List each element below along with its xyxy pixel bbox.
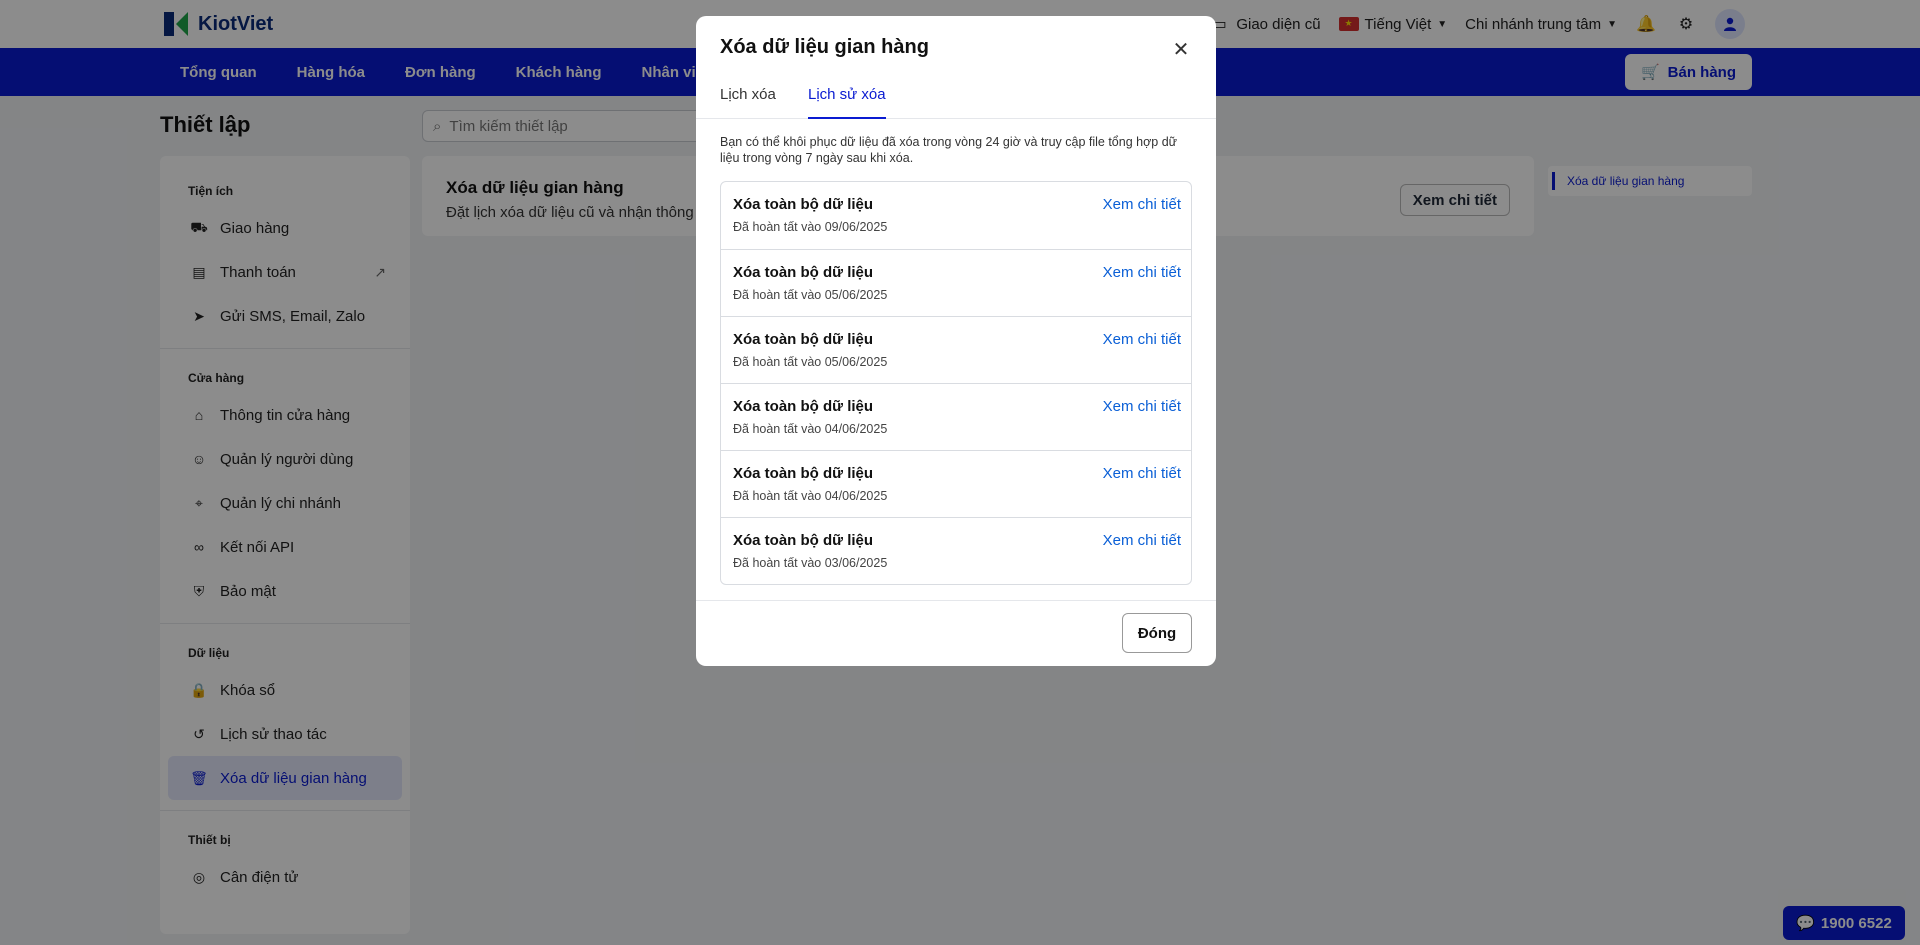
history-list: Xóa toàn bộ dữ liệu Đã hoàn tất vào 09/0…	[720, 181, 1192, 585]
tab-delete-history[interactable]: Lịch sử xóa	[808, 86, 886, 119]
row-status: Đã hoàn tất vào 03/06/2025	[733, 556, 888, 570]
delete-data-modal: Xóa dữ liệu gian hàng ✕ Lịch xóa Lịch sử…	[696, 16, 1216, 666]
row-status: Đã hoàn tất vào 04/06/2025	[733, 489, 888, 503]
row-status: Đã hoàn tất vào 04/06/2025	[733, 422, 888, 436]
view-details-link[interactable]: Xem chi tiết	[1103, 465, 1181, 482]
row-title: Xóa toàn bộ dữ liệu	[733, 331, 874, 348]
view-details-link[interactable]: Xem chi tiết	[1103, 331, 1181, 348]
row-status: Đã hoàn tất vào 05/06/2025	[733, 288, 888, 302]
modal-info-text: Bạn có thể khôi phục dữ liệu đã xóa tron…	[720, 135, 1178, 165]
modal-footer: Đóng	[696, 600, 1216, 666]
view-details-link[interactable]: Xem chi tiết	[1103, 398, 1181, 415]
list-item: Xóa toàn bộ dữ liệu Đã hoàn tất vào 05/0…	[721, 249, 1191, 316]
tab-delete-schedule[interactable]: Lịch xóa	[720, 86, 776, 119]
row-title: Xóa toàn bộ dữ liệu	[733, 264, 874, 281]
row-title: Xóa toàn bộ dữ liệu	[733, 196, 874, 213]
row-title: Xóa toàn bộ dữ liệu	[733, 532, 874, 549]
row-status: Đã hoàn tất vào 09/06/2025	[733, 220, 888, 234]
view-details-link[interactable]: Xem chi tiết	[1102, 196, 1181, 213]
modal-tabs: Lịch xóa Lịch sử xóa	[696, 86, 1216, 119]
list-item: Xóa toàn bộ dữ liệu Đã hoàn tất vào 09/0…	[721, 182, 1191, 249]
row-status: Đã hoàn tất vào 05/06/2025	[733, 355, 888, 369]
modal-title: Xóa dữ liệu gian hàng	[720, 36, 929, 58]
close-button[interactable]: Đóng	[1122, 613, 1192, 653]
list-item: Xóa toàn bộ dữ liệu Đã hoàn tất vào 04/0…	[721, 450, 1191, 517]
row-title: Xóa toàn bộ dữ liệu	[733, 465, 874, 482]
list-item: Xóa toàn bộ dữ liệu Đã hoàn tất vào 05/0…	[721, 316, 1191, 383]
row-title: Xóa toàn bộ dữ liệu	[733, 398, 874, 415]
view-details-link[interactable]: Xem chi tiết	[1103, 532, 1181, 549]
list-item: Xóa toàn bộ dữ liệu Đã hoàn tất vào 03/0…	[721, 517, 1191, 584]
view-details-link[interactable]: Xem chi tiết	[1103, 264, 1181, 281]
close-icon[interactable]: ✕	[1170, 38, 1192, 61]
list-item: Xóa toàn bộ dữ liệu Đã hoàn tất vào 04/0…	[721, 383, 1191, 450]
